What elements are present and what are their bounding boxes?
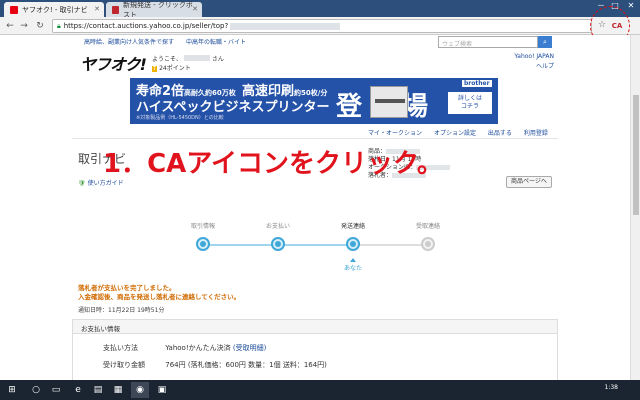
yahoo-favicon-icon bbox=[10, 5, 18, 14]
search-icon[interactable]: ○ bbox=[30, 384, 42, 396]
lock-icon: 🔒︎ bbox=[57, 21, 61, 30]
banner-detail-button[interactable]: 詳しくは コチラ bbox=[448, 92, 492, 114]
tab-title: ヤフオク! - 取引ナビ bbox=[22, 5, 88, 14]
payment-info-panel: お支払い情報 支払い方法 Yahoo!かんたん決済 (受取明細) 受け取り金額 … bbox=[72, 319, 558, 380]
app-icon[interactable]: ▣ bbox=[156, 384, 168, 396]
amount-row: 受け取り金額 764円 (落札価格：600円 数量：1個 送料：164円) bbox=[103, 360, 327, 370]
points[interactable]: T 24ポイント bbox=[152, 63, 191, 72]
clickpost-favicon-icon bbox=[112, 5, 119, 14]
welcome-text: ようこそ、 さん bbox=[152, 54, 224, 63]
tab-clickpost[interactable]: 新規発送 - クリックポスト ✕ bbox=[106, 1, 202, 19]
receipt-link[interactable]: (受取明細) bbox=[233, 344, 266, 352]
row-label: 支払い方法 bbox=[103, 344, 138, 352]
page-scrollbar[interactable] bbox=[630, 35, 640, 380]
brother-logo: brother bbox=[462, 80, 492, 87]
step-label: 取引情報 bbox=[190, 223, 215, 230]
banner-fineprint: ※対象製品例（HL-5450DN）との比較 bbox=[136, 115, 224, 121]
account-links: マイ・オークション オプション設定 出品する 利用登録 bbox=[368, 128, 558, 137]
row-value: Yahoo!かんたん決済 bbox=[165, 344, 231, 352]
notice-line: 入金確認後、商品を発送し落札者に連絡してください。 bbox=[78, 293, 241, 301]
step-label: お支払い bbox=[265, 223, 290, 230]
browser-tab-strip: ヤフオク! - 取引ナビ ✕ 新規発送 - クリックポスト ✕ － □ ✕ bbox=[0, 0, 640, 19]
reload-icon[interactable]: ↻ bbox=[34, 20, 46, 32]
step-dot-pending bbox=[421, 237, 435, 251]
file-explorer-icon[interactable]: ▤ bbox=[92, 384, 104, 396]
yahoo-japan-link[interactable]: Yahoo! JAPAN bbox=[510, 53, 554, 60]
banner-subline: ハイスペックビジネスプリンター bbox=[136, 100, 330, 115]
product-page-button[interactable]: 商品ページへ bbox=[506, 176, 552, 188]
step-dot-done bbox=[271, 237, 285, 251]
search-icon[interactable]: ⌕ bbox=[538, 36, 552, 48]
payment-method-row: 支払い方法 Yahoo!かんたん決済 (受取明細) bbox=[103, 343, 266, 353]
help-link[interactable]: ヘルプ bbox=[510, 61, 554, 70]
step-dot-current bbox=[346, 237, 360, 251]
web-search-input[interactable]: ウェブ検索 bbox=[438, 36, 538, 48]
points-text: 24ポイント bbox=[159, 65, 191, 72]
notice-date: 通知日時：11月22日 19時51分 bbox=[78, 307, 165, 314]
page-content: 高時給、副業向け人気条件で探す 中高年の転職・バイト ウェブ検索 ⌕ ヤフオク!… bbox=[0, 35, 630, 380]
payment-complete-notice: 落札者が支払いを完了しました。 入金確認後、商品を発送し落札者に連絡してください… bbox=[78, 284, 240, 302]
address-bar[interactable]: 🔒︎ https://contact.auctions.yahoo.co.jp/… bbox=[52, 19, 592, 33]
panel-heading: お支払い情報 bbox=[73, 320, 557, 334]
register-link[interactable]: 利用登録 bbox=[524, 130, 548, 137]
close-tab-icon[interactable]: ✕ bbox=[192, 5, 198, 13]
welcome-suffix: さん bbox=[211, 56, 224, 63]
welcome-prefix: ようこそ、 bbox=[152, 56, 183, 63]
banner-big-left: 登 bbox=[336, 92, 363, 122]
progress-track-remaining bbox=[353, 244, 428, 246]
step-label: 受取連絡 bbox=[415, 223, 440, 230]
detail-line: 詳しくは bbox=[457, 95, 482, 102]
edge-icon[interactable]: e bbox=[72, 384, 84, 396]
clock[interactable]: 1:38 bbox=[605, 384, 618, 391]
url-text: https://contact.auctions.yahoo.co.jp/sel… bbox=[63, 22, 229, 30]
store-icon[interactable]: ▦ bbox=[112, 384, 124, 396]
yahuoku-logo[interactable]: ヤフオク! bbox=[80, 51, 147, 75]
notice-line: 落札者が支払いを完了しました。 bbox=[78, 284, 176, 292]
you-marker: あなた bbox=[341, 258, 365, 272]
close-window-icon[interactable]: ✕ bbox=[624, 0, 638, 12]
browser-toolbar: ← → ↻ 🔒︎ https://contact.auctions.yahoo.… bbox=[0, 17, 640, 35]
forward-icon[interactable]: → bbox=[18, 20, 30, 32]
username-redacted bbox=[183, 55, 210, 61]
tab-yahoo-auction[interactable]: ヤフオク! - 取引ナビ ✕ bbox=[4, 2, 104, 17]
instruction-overlay: 1．CAアイコンをクリック。 bbox=[103, 149, 443, 179]
top-link[interactable]: 中高年の転職・バイト bbox=[186, 39, 246, 46]
divider bbox=[72, 138, 558, 139]
sell-link[interactable]: 出品する bbox=[488, 130, 512, 137]
task-view-icon[interactable]: ▭ bbox=[50, 384, 62, 396]
step-dot-done bbox=[196, 237, 210, 251]
tpoint-icon: T bbox=[152, 66, 158, 72]
row-label: 受け取り金額 bbox=[103, 361, 145, 369]
options-link[interactable]: オプション設定 bbox=[434, 130, 476, 137]
row-value: 764円 (落札価格：600円 数量：1個 送料：164円) bbox=[165, 361, 327, 369]
windows-start-icon[interactable]: ⊞ bbox=[6, 384, 18, 396]
shield-icon: 🛡︎ bbox=[78, 180, 86, 187]
scroll-thumb[interactable] bbox=[633, 95, 639, 215]
windows-taskbar: ⊞ ○ ▭ e ▤ ▦ ◉ ▣ 1:38 bbox=[0, 380, 640, 400]
guide-text: 使い方ガイド bbox=[87, 180, 124, 187]
close-tab-icon[interactable]: ✕ bbox=[94, 5, 100, 13]
back-icon[interactable]: ← bbox=[4, 20, 16, 32]
printer-image bbox=[370, 86, 408, 118]
my-auction-link[interactable]: マイ・オークション bbox=[368, 130, 422, 137]
step-label: 発送連絡 bbox=[340, 223, 365, 230]
url-redacted bbox=[230, 22, 341, 30]
chrome-icon[interactable]: ◉ bbox=[134, 384, 146, 396]
top-links: 高時給、副業向け人気条件で探す 中高年の転職・バイト bbox=[84, 37, 256, 46]
detail-line: コチラ bbox=[460, 103, 479, 110]
top-link[interactable]: 高時給、副業向け人気条件で探す bbox=[84, 39, 174, 46]
ad-banner[interactable]: 寿命2倍高耐久約60万枚 高速印刷約50枚/分 ハイスペックビジネスプリンター … bbox=[130, 78, 498, 124]
